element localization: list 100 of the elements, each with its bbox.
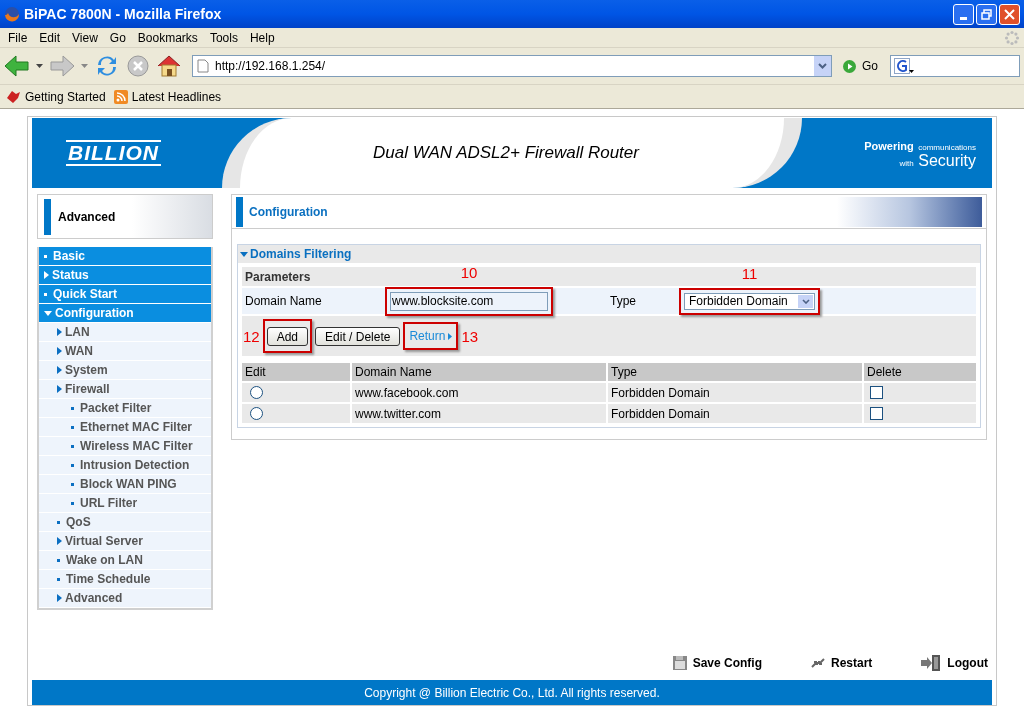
bullet-icon <box>57 558 60 562</box>
action-link[interactable]: Restart <box>810 654 873 672</box>
menu-item[interactable]: File <box>2 28 34 47</box>
field-label: Type <box>609 293 637 310</box>
table-cell: www.twitter.com <box>352 404 606 423</box>
back-arrow-icon[interactable] <box>4 54 30 78</box>
bullet-icon <box>44 254 47 258</box>
triangle-down-icon <box>44 310 52 316</box>
column-header: Edit <box>242 363 350 381</box>
search-field[interactable] <box>890 55 1020 77</box>
sidebar-item[interactable]: WAN <box>39 342 211 360</box>
sidebar-item[interactable]: Wireless MAC Filter <box>39 437 211 455</box>
go-button[interactable]: Go <box>842 57 878 75</box>
callout-number: 11 <box>741 264 758 282</box>
bullet-icon <box>71 444 74 448</box>
sidebar-item[interactable]: Quick Start <box>39 285 211 303</box>
table-cell: Forbidden Domain <box>608 404 862 423</box>
close-button[interactable] <box>999 3 1020 25</box>
bullet-icon <box>71 482 74 486</box>
panel-title: Configuration <box>249 203 328 221</box>
sidebar-item[interactable]: LAN <box>39 323 211 341</box>
sidebar-item[interactable]: QoS <box>39 513 211 531</box>
domain-input[interactable]: www.blocksite.com <box>390 291 548 311</box>
sidebar-item[interactable]: Packet Filter <box>39 399 211 417</box>
table-cell: Forbidden Domain <box>608 383 862 402</box>
action-button[interactable]: Edit / Delete <box>315 326 401 346</box>
callout-number: 13 <box>461 328 479 344</box>
triangle-right-icon <box>57 347 62 355</box>
address-field[interactable]: http://192.168.1.254/ <box>192 55 832 77</box>
bookmark-link[interactable]: Getting Started <box>6 87 106 106</box>
minimize-button[interactable] <box>953 3 974 25</box>
section-header[interactable]: Domains Filtering <box>238 245 980 263</box>
action-button[interactable]: Add <box>266 327 309 346</box>
dropdown-button[interactable] <box>814 56 831 76</box>
bullet-icon <box>57 577 60 581</box>
bullet-icon <box>71 463 74 467</box>
rss-icon <box>113 89 128 104</box>
sidebar-item[interactable]: Configuration <box>39 304 211 322</box>
sidebar-item[interactable]: Firewall <box>39 380 211 398</box>
throbber-icon <box>1004 29 1020 46</box>
column-header: Domain Name <box>352 363 606 381</box>
play-circle-icon <box>842 58 857 74</box>
menu-item[interactable]: Tools <box>203 28 244 47</box>
triangle-right-icon <box>57 328 62 336</box>
menu-item[interactable]: Edit <box>33 28 67 47</box>
close-icon <box>1004 8 1015 20</box>
triangle-down-icon <box>240 251 248 257</box>
sidebar-item[interactable]: System <box>39 361 211 379</box>
minimize-icon <box>960 16 967 20</box>
tagline: Powering communications with Security <box>864 139 976 169</box>
menu-item[interactable]: Help <box>243 28 281 47</box>
product-title: Dual WAN ADSL2+ Firewall Router <box>373 142 639 165</box>
action-link[interactable]: Logout <box>920 654 988 672</box>
triangle-right-icon <box>57 594 62 602</box>
search-engine-icon <box>894 58 914 74</box>
callout-number: 12 <box>243 328 260 344</box>
triangle-right-icon <box>57 366 62 374</box>
column-header: Type <box>608 363 862 381</box>
column-header: Delete <box>864 363 976 381</box>
stop-icon[interactable] <box>126 54 150 78</box>
home-icon[interactable] <box>156 53 182 79</box>
sidebar-item[interactable]: Time Schedule <box>39 570 211 588</box>
sidebar-item[interactable]: Advanced <box>39 589 211 607</box>
restore-icon <box>981 8 992 20</box>
sidebar-item[interactable]: Block WAN PING <box>39 475 211 493</box>
triangle-right-icon <box>57 537 62 545</box>
table-cell: www.facebook.com <box>352 383 606 402</box>
radio-button[interactable] <box>250 407 263 420</box>
delete-checkbox[interactable] <box>870 386 883 399</box>
chevron-down-icon <box>818 63 827 69</box>
menu-item[interactable]: View <box>66 28 104 47</box>
action-link[interactable]: Save Config <box>671 654 762 672</box>
bullet-icon <box>44 292 47 296</box>
accent-bar <box>44 198 51 235</box>
billion-logo: BILLION <box>66 140 161 166</box>
caret-icon[interactable] <box>36 64 43 68</box>
restore-button[interactable] <box>976 3 997 25</box>
window-title: BiPAC 7800N - Mozilla Firefox <box>24 4 222 24</box>
sidebar-item[interactable]: Wake on LAN <box>39 551 211 569</box>
sidebar-item[interactable]: Virtual Server <box>39 532 211 550</box>
bullet-icon <box>71 425 74 429</box>
bookmark-link[interactable]: Latest Headlines <box>113 87 222 106</box>
sidebar-item[interactable]: Basic <box>39 247 211 265</box>
arrows-icon <box>810 656 826 670</box>
menu-item[interactable]: Go <box>103 28 132 47</box>
sidebar-item[interactable]: URL Filter <box>39 494 211 512</box>
triangle-right-icon <box>44 271 49 279</box>
chevron-down-icon <box>801 298 810 304</box>
delete-checkbox[interactable] <box>870 407 883 420</box>
callout-number: 10 <box>460 263 478 281</box>
door-arrow-icon <box>920 654 943 672</box>
menu-item[interactable]: Bookmarks <box>131 28 204 47</box>
page-icon <box>197 59 209 73</box>
type-dropdown[interactable]: Forbidden Domain <box>684 292 815 310</box>
sidebar-item[interactable]: Intrusion Detection <box>39 456 211 474</box>
radio-button[interactable] <box>250 386 263 399</box>
sidebar-item[interactable]: Ethernet MAC Filter <box>39 418 211 436</box>
firefox-icon <box>4 6 20 22</box>
sidebar-item[interactable]: Status <box>39 266 211 284</box>
bookmark-icon <box>6 89 21 104</box>
